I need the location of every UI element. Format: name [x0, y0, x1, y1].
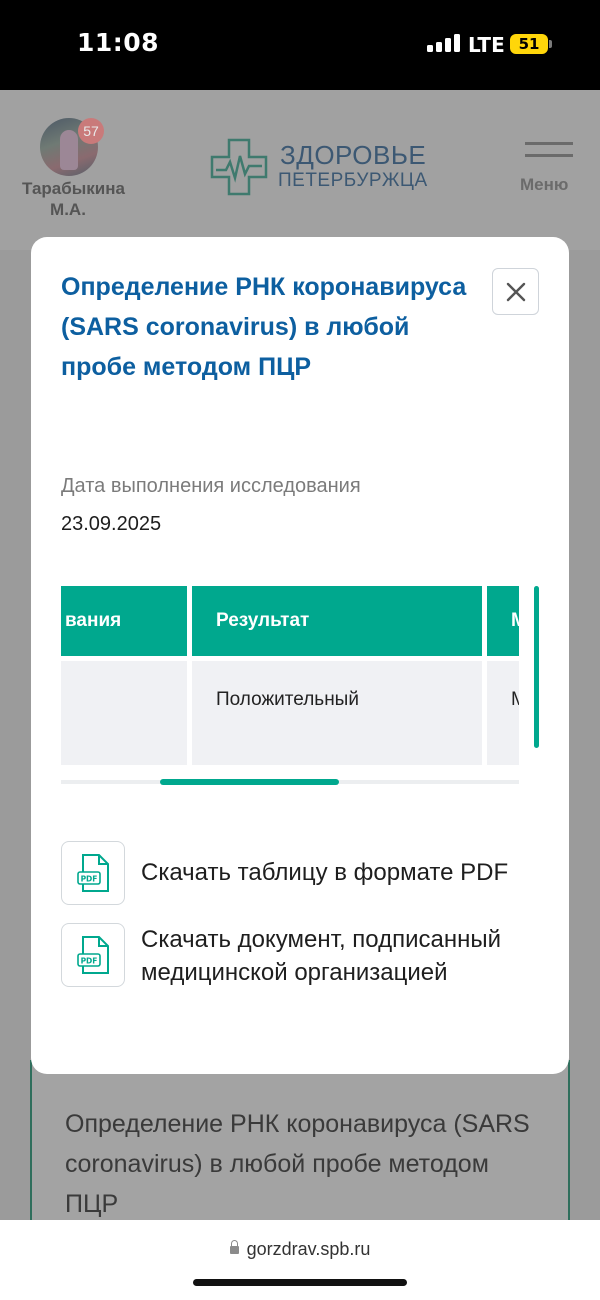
svg-text:PDF: PDF [81, 875, 98, 884]
home-indicator[interactable] [193, 1279, 407, 1286]
network-type: LTE [468, 33, 505, 57]
table-vertical-scrollbar[interactable] [534, 586, 539, 748]
logo-cross-icon [210, 138, 268, 196]
table-cell [61, 661, 187, 765]
date-value: 23.09.2025 [61, 513, 162, 535]
table-cell: Мак [487, 661, 519, 765]
logo-title[interactable]: ЗДОРОВЬЕ [280, 140, 426, 171]
user-name[interactable]: Тарабыкина М.А. [22, 178, 125, 220]
status-time: 11:08 [77, 28, 160, 57]
url-text[interactable]: gorzdrav.spb.ru [247, 1239, 371, 1259]
table-header-cell: Ми [487, 586, 519, 656]
battery-icon: 51 [510, 34, 548, 54]
download-label[interactable]: Скачать таблицу в формате PDF [141, 856, 561, 889]
notification-badge: 57 [78, 118, 104, 144]
table-header-cell: Результат [192, 586, 482, 656]
lock-icon [229, 1240, 239, 1254]
results-table[interactable]: вания Результат Ми Положительный Мак [61, 586, 519, 766]
close-button[interactable] [492, 268, 539, 315]
menu-button-label[interactable]: Меню [520, 175, 568, 195]
close-icon [506, 282, 526, 302]
table-horizontal-scrollbar[interactable] [160, 779, 339, 785]
site-header: 57 Тарабыкина М.А. ЗДОРОВЬЕ ПЕТЕРБУРЖЦА … [0, 90, 600, 250]
date-label: Дата выполнения исследования [61, 475, 361, 497]
background-card-title: Определение РНК коронавируса (SARS coron… [65, 1110, 530, 1218]
result-modal: Определение РНК коронавируса (SARS coron… [31, 237, 569, 1074]
signal-strength-icon [427, 34, 461, 52]
battery-cap [549, 40, 552, 48]
table-cell: Положительный [192, 661, 482, 765]
browser-address-bar: gorzdrav.spb.ru [0, 1220, 600, 1300]
background-result-card: Определение РНК коронавируса (SARS coron… [30, 1060, 570, 1230]
table-header-cell: вания [61, 586, 187, 656]
address-bar[interactable]: gorzdrav.spb.ru [0, 1239, 600, 1260]
hamburger-menu-icon[interactable] [522, 142, 574, 166]
download-label[interactable]: Скачать документ, подписанный медицинско… [141, 923, 561, 989]
svg-text:PDF: PDF [81, 957, 98, 966]
modal-title: Определение РНК коронавируса (SARS coron… [61, 273, 467, 381]
status-bar: 11:08 LTE 51 [0, 0, 600, 90]
logo-subtitle: ПЕТЕРБУРЖЦА [278, 170, 428, 191]
pdf-file-icon: PDF [61, 841, 125, 905]
pdf-file-icon: PDF [61, 923, 125, 987]
